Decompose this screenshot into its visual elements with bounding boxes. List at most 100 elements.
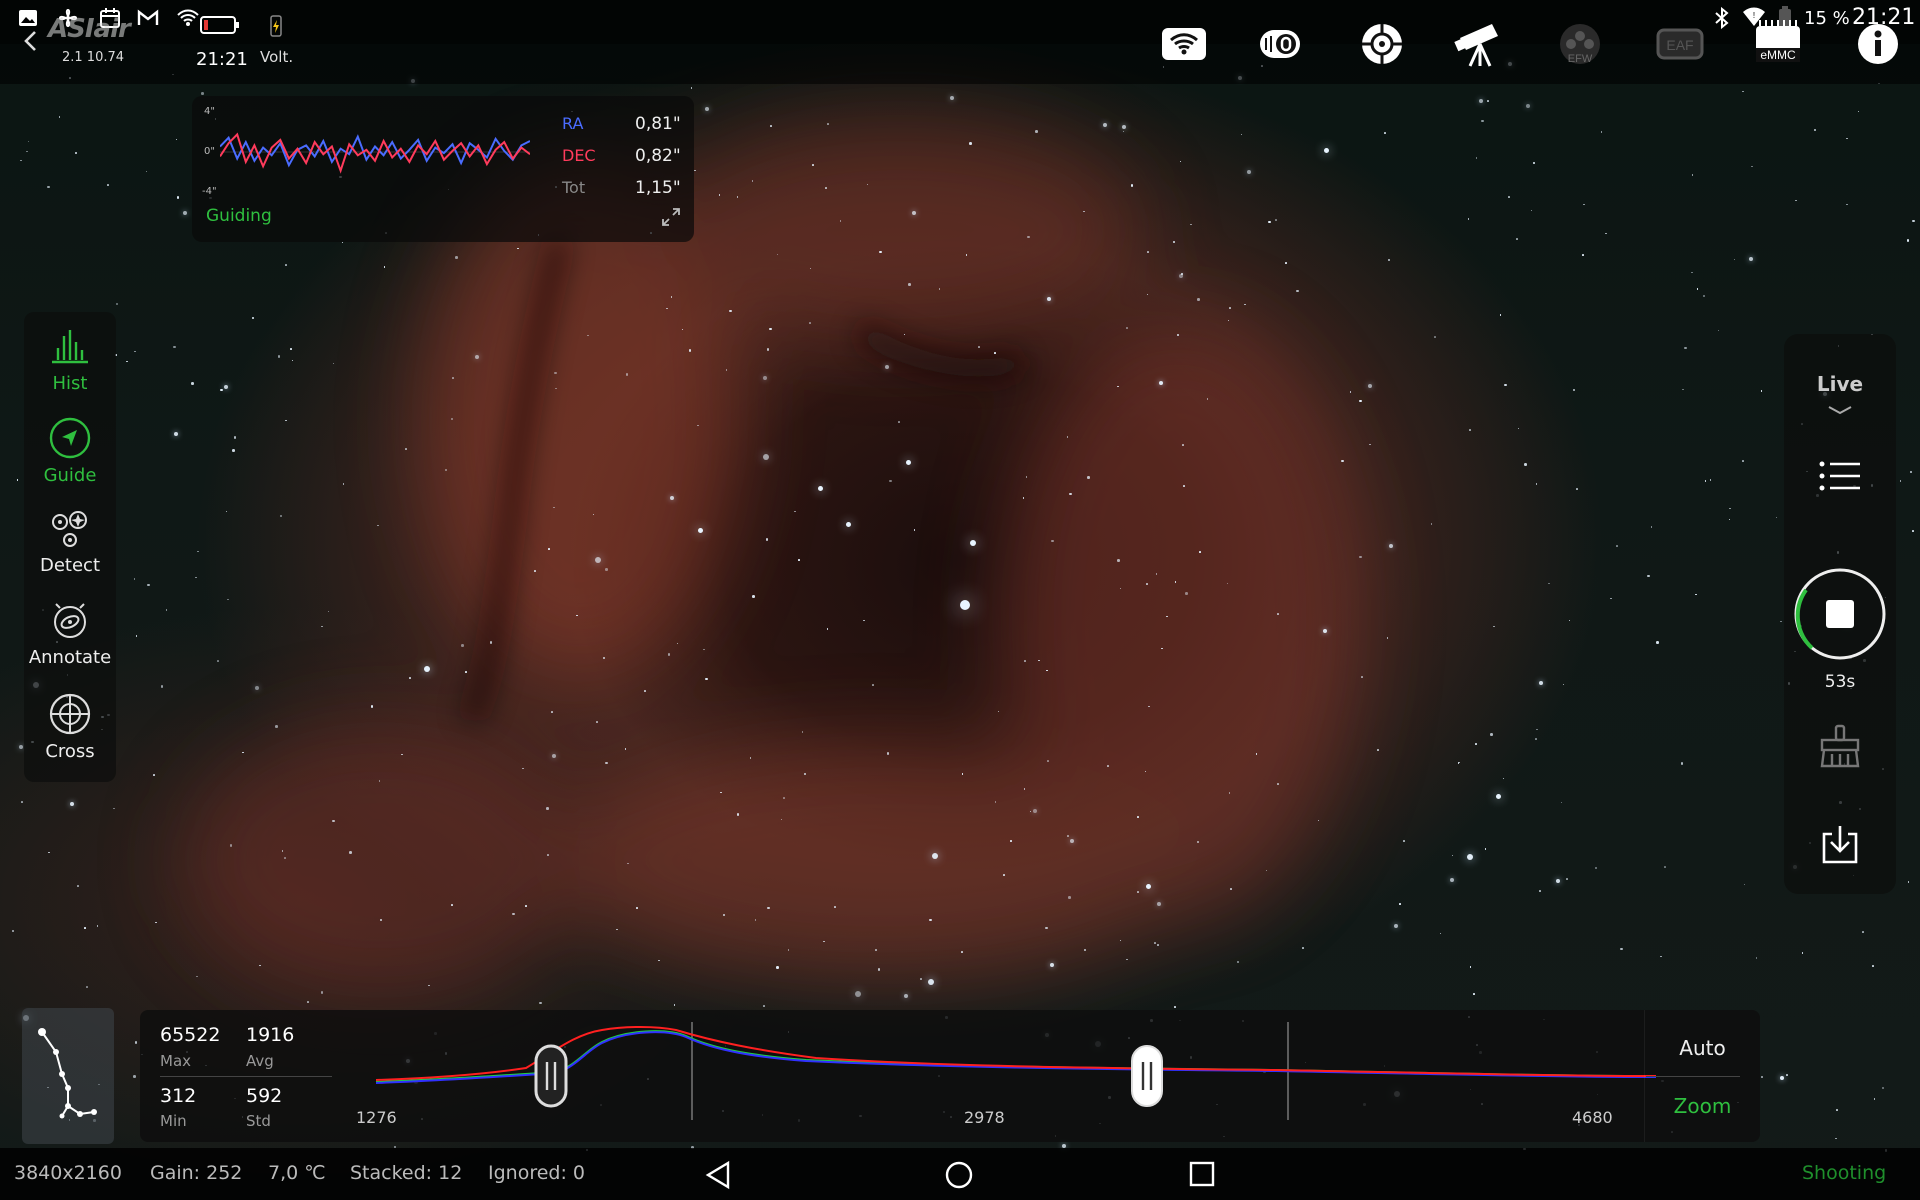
tool-guide[interactable]: Guide bbox=[24, 416, 116, 486]
star bbox=[1499, 314, 1502, 316]
star bbox=[1748, 257, 1753, 262]
star bbox=[1361, 676, 1363, 678]
tot-label: Tot bbox=[562, 178, 586, 197]
star bbox=[113, 807, 115, 810]
star bbox=[461, 644, 464, 647]
guide-camera-icon[interactable] bbox=[1356, 18, 1408, 70]
star bbox=[729, 309, 732, 313]
star bbox=[1137, 890, 1139, 893]
star bbox=[133, 350, 136, 353]
bright-star bbox=[1496, 794, 1501, 799]
star bbox=[808, 322, 811, 324]
star bbox=[1695, 593, 1697, 596]
download-icon[interactable] bbox=[1818, 822, 1862, 866]
star bbox=[153, 774, 155, 776]
star bbox=[1691, 271, 1693, 274]
mode-selector-label[interactable]: Live bbox=[1784, 372, 1896, 396]
black-point-slider-handle[interactable] bbox=[534, 1044, 568, 1108]
star bbox=[961, 951, 964, 953]
detect-stars-icon bbox=[52, 511, 87, 547]
tool-hist[interactable]: Hist bbox=[24, 326, 116, 394]
bottom-info-bar: 3840x2160 Gain: 252 7,0 ℃ Stacked: 12 Ig… bbox=[0, 1148, 1920, 1200]
stop-button[interactable] bbox=[1792, 566, 1888, 662]
info-icon[interactable] bbox=[1852, 18, 1904, 70]
star bbox=[596, 721, 598, 723]
star bbox=[279, 514, 283, 518]
menu-list-icon[interactable] bbox=[1818, 456, 1862, 496]
nav-back-icon[interactable] bbox=[704, 1160, 732, 1190]
star bbox=[1508, 195, 1510, 198]
telescope-icon[interactable] bbox=[1454, 18, 1506, 70]
star bbox=[555, 387, 557, 390]
hist-avg-label: Avg bbox=[246, 1052, 274, 1070]
star bbox=[1126, 327, 1128, 329]
star bbox=[1359, 555, 1362, 559]
sky-atlas-thumbnail[interactable] bbox=[22, 1008, 114, 1144]
star bbox=[1157, 944, 1159, 946]
capture-status: Shooting bbox=[1802, 1162, 1887, 1184]
star bbox=[1481, 119, 1484, 123]
star bbox=[1576, 488, 1578, 490]
tool-hist-label: Hist bbox=[52, 373, 88, 394]
emmc-icon[interactable]: eMMC bbox=[1752, 18, 1804, 70]
star bbox=[522, 767, 524, 770]
wifi-icon[interactable] bbox=[1158, 18, 1210, 70]
star bbox=[1490, 733, 1493, 736]
focuser-icon[interactable] bbox=[1254, 18, 1306, 70]
clear-stack-icon[interactable] bbox=[1818, 724, 1862, 768]
star bbox=[74, 151, 78, 155]
tool-cross[interactable]: Cross bbox=[24, 692, 116, 762]
star bbox=[465, 670, 467, 673]
ra-value: 0,81" bbox=[635, 114, 681, 134]
star bbox=[1473, 993, 1476, 995]
guide-icon bbox=[49, 417, 91, 459]
dec-label: DEC bbox=[562, 146, 596, 165]
star bbox=[284, 264, 287, 266]
nav-home-icon[interactable] bbox=[944, 1160, 974, 1190]
star bbox=[1130, 184, 1134, 187]
tool-annotate-label: Annotate bbox=[28, 647, 112, 668]
star bbox=[548, 547, 550, 550]
right-control-panel: Live 53s bbox=[1784, 334, 1896, 894]
star bbox=[825, 187, 827, 190]
star bbox=[1230, 888, 1232, 890]
star bbox=[1813, 128, 1816, 132]
hist-button-divider bbox=[1646, 1076, 1740, 1077]
star bbox=[427, 984, 430, 987]
app-clock: 21:21 bbox=[196, 49, 248, 70]
star bbox=[969, 142, 972, 145]
nav-recents-icon[interactable] bbox=[1188, 1160, 1216, 1188]
star bbox=[1010, 840, 1012, 842]
tool-detect-label: Detect bbox=[39, 555, 101, 576]
star bbox=[1751, 165, 1753, 168]
efw-icon[interactable]: EFW bbox=[1554, 18, 1606, 70]
guiding-graph-panel[interactable]: 4" 0" -4" RA 0,81" DEC 0,82" Tot 1,15" G… bbox=[192, 96, 694, 242]
star bbox=[1268, 220, 1271, 224]
zoom-button[interactable]: Zoom bbox=[1645, 1094, 1760, 1118]
star bbox=[70, 801, 75, 806]
tool-annotate[interactable]: Annotate bbox=[24, 600, 116, 668]
chevron-down-icon[interactable] bbox=[1826, 404, 1854, 416]
dec-series-line bbox=[220, 132, 530, 174]
bright-star bbox=[960, 600, 970, 610]
star bbox=[1047, 296, 1052, 301]
efw-label: EFW bbox=[1568, 53, 1593, 65]
star bbox=[405, 448, 407, 450]
star bbox=[1709, 478, 1712, 481]
white-point-slider-handle[interactable] bbox=[1130, 1044, 1164, 1108]
hist-max-value: 65522 bbox=[160, 1024, 221, 1046]
star bbox=[1002, 873, 1005, 876]
tool-detect[interactable]: Detect bbox=[24, 508, 116, 576]
star bbox=[1664, 866, 1666, 868]
charging-icon bbox=[270, 15, 282, 37]
star bbox=[451, 904, 453, 906]
expand-icon[interactable] bbox=[660, 206, 682, 228]
star bbox=[787, 949, 790, 951]
eaf-icon[interactable]: EAF bbox=[1654, 18, 1706, 70]
star bbox=[1359, 399, 1362, 403]
star bbox=[1566, 878, 1568, 880]
histogram-curve[interactable] bbox=[376, 1020, 1736, 1120]
volt-label: Volt. bbox=[260, 48, 294, 66]
auto-stretch-button[interactable]: Auto bbox=[1645, 1036, 1760, 1060]
back-arrow-icon[interactable] bbox=[20, 28, 42, 54]
